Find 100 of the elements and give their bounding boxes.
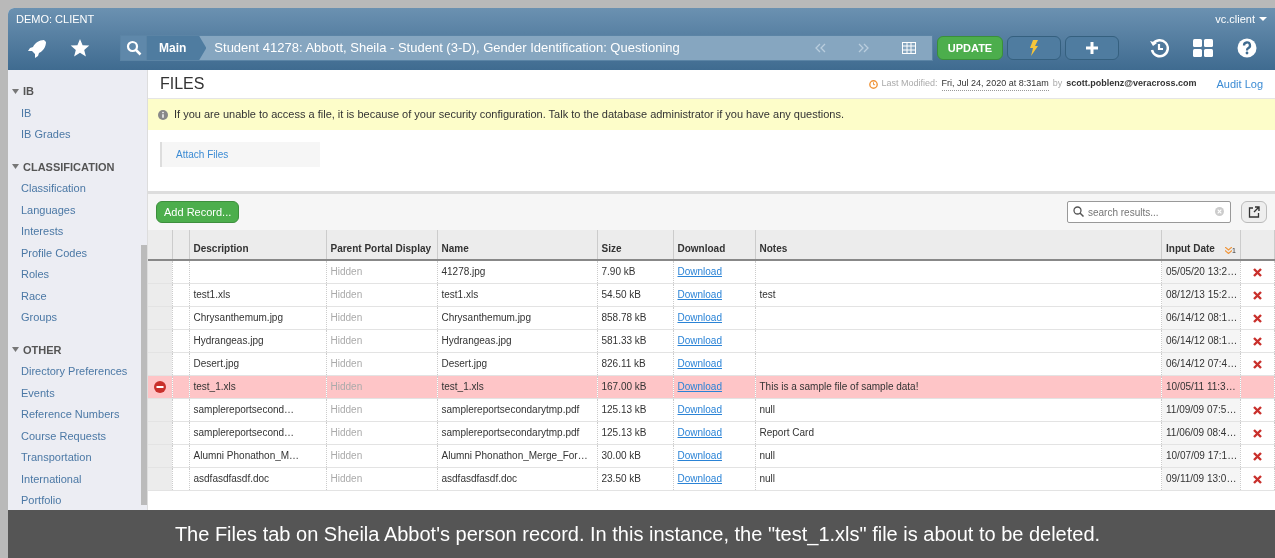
table-cell: 06/14/12 08:1… — [1166, 335, 1238, 346]
lightning-button[interactable] — [1007, 36, 1061, 60]
table-cell: 7.90 kB — [601, 266, 636, 278]
delete-pending-icon[interactable] — [153, 381, 166, 394]
table-cell: 54.50 kB — [601, 289, 641, 300]
table-cell: Hydrangeas.jpg — [193, 335, 264, 346]
info-icon — [158, 109, 168, 120]
delete-icon[interactable] — [1253, 290, 1262, 300]
download-link[interactable]: Download — [677, 266, 722, 278]
table-cell: null — [759, 473, 776, 484]
table-cell: test — [759, 289, 776, 300]
modified-label: Last Modified: — [881, 77, 938, 91]
column-header[interactable]: Size — [601, 243, 622, 254]
sidebar-item[interactable]: Languages — [21, 199, 76, 221]
table-cell: 06/14/12 07:4… — [1166, 358, 1238, 369]
collapse-icon[interactable] — [12, 346, 19, 354]
attach-files-link[interactable]: Attach Files — [160, 142, 320, 167]
caret-icon — [1259, 16, 1267, 22]
help-icon[interactable] — [1237, 38, 1257, 58]
section-heading[interactable]: IB — [23, 83, 34, 100]
column-header[interactable]: Name — [441, 243, 469, 254]
delete-icon[interactable] — [1253, 428, 1262, 438]
sidebar-item[interactable]: Race — [21, 285, 47, 307]
table-cell: 11/09/09 07:5… — [1166, 404, 1237, 415]
sidebar-item[interactable]: Classification — [21, 178, 86, 200]
table-cell: 23.50 kB — [601, 473, 641, 484]
delete-icon[interactable] — [1253, 359, 1262, 369]
sidebar-item[interactable]: Directory Preferences — [21, 361, 128, 383]
sidebar-item[interactable]: IB Grades — [21, 124, 71, 146]
table-cell: 858.78 kB — [601, 312, 647, 323]
search-icon[interactable] — [125, 40, 142, 56]
grid-icon[interactable] — [902, 42, 916, 54]
column-header[interactable]: Description — [193, 243, 249, 254]
sidebar-item[interactable]: Profile Codes — [21, 242, 88, 264]
table-cell: null — [759, 450, 776, 461]
download-link[interactable]: Download — [677, 473, 722, 484]
table-cell: Hydrangeas.jpg — [441, 335, 512, 346]
table-cell: 125.13 kB — [601, 404, 647, 415]
page-title: FILES — [160, 74, 205, 94]
table-cell: test1.xls — [193, 289, 231, 300]
collapse-icon[interactable] — [12, 87, 19, 95]
table-cell: 11/06/09 08:4… — [1166, 427, 1237, 438]
table-cell: Hidden — [330, 358, 363, 369]
download-link[interactable]: Download — [677, 427, 722, 438]
delete-icon[interactable] — [1253, 405, 1262, 415]
add-button[interactable] — [1065, 36, 1119, 60]
sidebar-item[interactable]: Reference Numbers — [21, 404, 120, 426]
sidebar-item[interactable]: Events — [21, 382, 55, 404]
table-cell: Hidden — [330, 450, 363, 461]
download-link[interactable]: Download — [677, 289, 722, 300]
alert-message: If you are unable to access a file, it is because of your security configuration. Talk to the database administrator if you have any questions. — [174, 107, 844, 123]
dashboard-icon[interactable] — [1193, 39, 1213, 57]
sidebar-item[interactable]: Groups — [21, 307, 58, 329]
delete-icon[interactable] — [1253, 336, 1262, 346]
delete-icon[interactable] — [1253, 474, 1262, 484]
breadcrumb-main[interactable]: Main — [147, 36, 207, 60]
collapse-icon[interactable] — [12, 163, 19, 171]
download-link[interactable]: Download — [677, 312, 722, 323]
lightning-icon — [1029, 40, 1039, 56]
table-cell: Hidden — [330, 381, 363, 392]
audit-log-link[interactable]: Audit Log — [1216, 75, 1263, 93]
delete-icon[interactable] — [1253, 313, 1262, 323]
export-button[interactable] — [1241, 201, 1267, 223]
table-cell: Desert.jpg — [441, 358, 488, 369]
sidebar-item[interactable]: IB — [21, 102, 32, 124]
image-caption: The Files tab on Sheila Abbot's person record. In this instance, the "test_1.xls" file is about to be deleted. — [8, 510, 1275, 558]
table-cell: 06/14/12 08:1… — [1166, 312, 1238, 323]
table-cell: Alumni Phonathon_M… — [193, 450, 300, 461]
download-link[interactable]: Download — [677, 335, 722, 346]
table-cell: Hidden — [330, 335, 363, 346]
modified-date: Fri, Jul 24, 2020 at 8:31am — [941, 76, 1049, 92]
star-icon[interactable] — [70, 38, 90, 58]
sidebar-item[interactable]: International — [21, 468, 82, 490]
delete-icon[interactable] — [1253, 268, 1262, 278]
column-header[interactable]: Notes — [759, 243, 788, 254]
download-link[interactable]: Download — [677, 450, 722, 461]
table-cell: 826.11 kB — [601, 358, 646, 369]
external-link-icon — [1248, 206, 1260, 218]
delete-icon[interactable] — [1253, 451, 1262, 461]
table-cell: This is a sample file of sample data! — [759, 381, 919, 392]
history-icon[interactable] — [1149, 38, 1169, 58]
download-link[interactable]: Download — [677, 404, 722, 415]
section-heading[interactable]: OTHER — [23, 341, 62, 358]
record-title: Student 41278: Abbott, Sheila - Student (3-D), Gender Identification: Questioning — [213, 39, 681, 58]
update-button[interactable]: UPDATE — [937, 36, 1003, 60]
table-cell: null — [759, 404, 776, 415]
user-menu[interactable]: vc.client — [1215, 10, 1255, 28]
table-cell: 05/05/20 13:2… — [1166, 266, 1238, 278]
sidebar-item[interactable]: Transportation — [21, 447, 92, 469]
column-header[interactable]: Input Date — [1166, 241, 1215, 256]
rocket-icon[interactable] — [26, 38, 46, 58]
table-cell: 10/07/09 17:1… — [1166, 450, 1238, 461]
download-link[interactable]: Download — [677, 358, 722, 369]
sidebar-item[interactable]: Interests — [21, 221, 64, 243]
section-heading[interactable]: CLASSIFICATION — [23, 158, 115, 175]
sidebar-item[interactable]: Portfolio — [21, 490, 62, 512]
add-record-button[interactable]: Add Record... — [156, 200, 240, 224]
search-field[interactable]: search results... — [1067, 201, 1231, 223]
sidebar-item[interactable]: Roles — [21, 264, 50, 286]
sidebar-item[interactable]: Course Requests — [21, 425, 106, 447]
